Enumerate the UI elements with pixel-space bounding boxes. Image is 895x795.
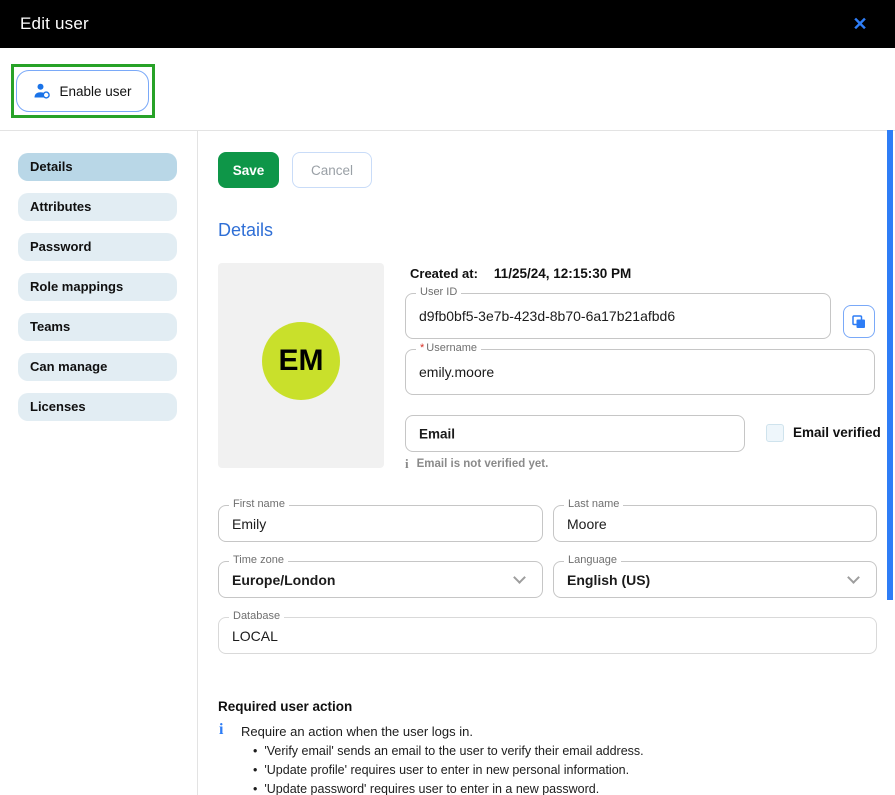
required-marker: * bbox=[420, 342, 424, 354]
avatar-initials: EM bbox=[262, 322, 340, 400]
divider-horizontal bbox=[0, 130, 895, 131]
edit-user-dialog: Edit user ✕ Enable user Details Attribut… bbox=[0, 0, 895, 795]
sidebar-item-teams[interactable]: Teams bbox=[18, 313, 177, 341]
copy-icon bbox=[851, 314, 867, 330]
sidebar-item-role-mappings[interactable]: Role mappings bbox=[18, 273, 177, 301]
enable-user-label: Enable user bbox=[59, 84, 131, 99]
section-heading: Details bbox=[218, 220, 273, 241]
save-button[interactable]: Save bbox=[218, 152, 279, 188]
required-action-bullet: •'Verify email' sends an email to the us… bbox=[253, 744, 644, 758]
database-label: Database bbox=[229, 610, 284, 622]
dialog-title: Edit user bbox=[20, 0, 89, 48]
chevron-down-icon bbox=[513, 571, 526, 584]
sidebar-item-licenses[interactable]: Licenses bbox=[18, 393, 177, 421]
created-at-value: 11/25/24, 12:15:30 PM bbox=[494, 266, 631, 281]
required-action-bullet: •'Update password' requires user to ente… bbox=[253, 782, 599, 795]
sidebar-item-can-manage[interactable]: Can manage bbox=[18, 353, 177, 381]
avatar: EM bbox=[218, 263, 384, 468]
language-select[interactable]: Language English (US) bbox=[553, 561, 877, 598]
database-field: Database LOCAL bbox=[218, 617, 877, 654]
username-value: emily.moore bbox=[419, 364, 494, 380]
user-id-value: d9fb0bf5-3e7b-423d-8b70-6a17b21afbd6 bbox=[419, 308, 675, 324]
time-zone-select[interactable]: Time zone Europe/London bbox=[218, 561, 543, 598]
dialog-header: Edit user ✕ bbox=[0, 0, 895, 48]
email-info-row: i Email is not verified yet. bbox=[405, 456, 548, 472]
email-placeholder: Email bbox=[419, 426, 455, 441]
created-at-label: Created at: bbox=[410, 266, 478, 281]
sidebar-item-details[interactable]: Details bbox=[18, 153, 177, 181]
username-label: *Username bbox=[416, 342, 481, 354]
last-name-field[interactable]: Last name Moore bbox=[553, 505, 877, 542]
time-zone-label: Time zone bbox=[229, 554, 288, 566]
created-at-row: Created at: 11/25/24, 12:15:30 PM bbox=[410, 266, 631, 281]
copy-button[interactable] bbox=[843, 305, 875, 338]
first-name-value: Emily bbox=[232, 516, 266, 532]
first-name-label: First name bbox=[229, 498, 289, 510]
language-label: Language bbox=[564, 554, 621, 566]
user-id-label: User ID bbox=[416, 286, 461, 298]
user-id-field[interactable]: User ID d9fb0bf5-3e7b-423d-8b70-6a17b21a… bbox=[405, 293, 831, 339]
email-field[interactable]: Email bbox=[405, 415, 745, 452]
sidebar-item-password[interactable]: Password bbox=[18, 233, 177, 261]
cancel-button[interactable]: Cancel bbox=[292, 152, 372, 188]
info-icon: i bbox=[219, 721, 223, 739]
last-name-value: Moore bbox=[567, 516, 607, 532]
first-name-field[interactable]: First name Emily bbox=[218, 505, 543, 542]
username-field[interactable]: *Username emily.moore bbox=[405, 349, 875, 395]
time-zone-value: Europe/London bbox=[232, 572, 335, 588]
email-verified-label: Email verified bbox=[793, 425, 881, 440]
scrollbar-thumb[interactable] bbox=[887, 130, 893, 600]
sidebar-item-attributes[interactable]: Attributes bbox=[18, 193, 177, 221]
close-icon[interactable]: ✕ bbox=[847, 11, 873, 37]
chevron-down-icon bbox=[847, 571, 860, 584]
enable-user-button[interactable]: Enable user bbox=[16, 70, 149, 112]
last-name-label: Last name bbox=[564, 498, 623, 510]
divider-vertical bbox=[197, 130, 198, 795]
email-info-text: Email is not verified yet. bbox=[417, 458, 549, 470]
required-action-intro: Require an action when the user logs in. bbox=[241, 724, 473, 739]
database-value: LOCAL bbox=[232, 628, 278, 644]
user-enable-icon bbox=[33, 82, 51, 100]
required-action-heading: Required user action bbox=[218, 699, 352, 714]
required-action-bullet: •'Update profile' requires user to enter… bbox=[253, 763, 629, 777]
language-value: English (US) bbox=[567, 572, 650, 588]
info-icon: i bbox=[405, 456, 409, 472]
email-verified-checkbox[interactable] bbox=[766, 424, 784, 442]
